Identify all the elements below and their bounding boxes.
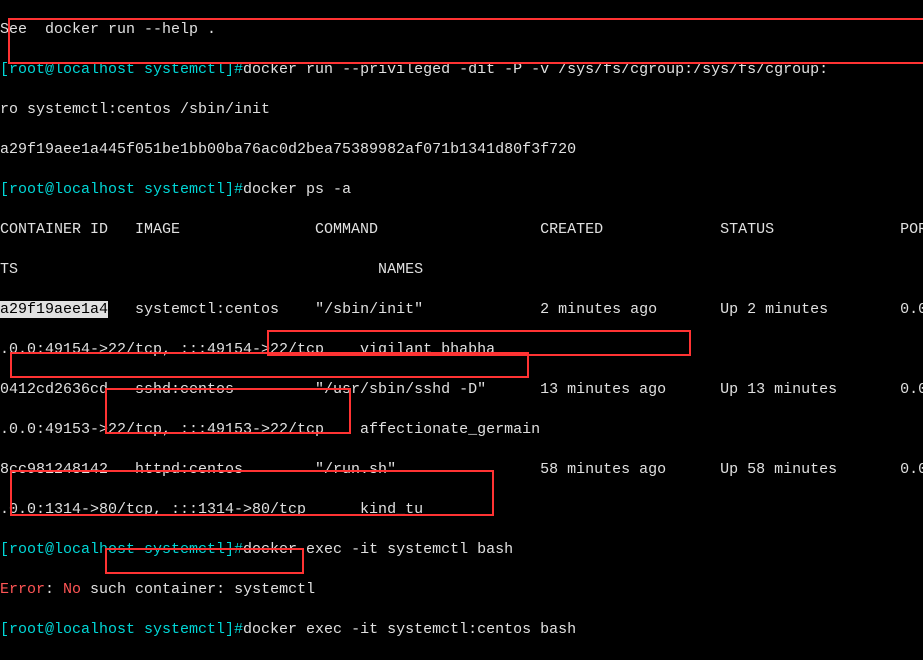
- prompt: [root@localhost systemctl]#: [0, 621, 243, 638]
- terminal[interactable]: See docker run --help . [root@localhost …: [0, 0, 923, 660]
- command-text: docker ps -a: [243, 181, 351, 198]
- text: CONTAINER ID IMAGE COMMAND CREATED STATU…: [0, 221, 923, 238]
- command-text: docker exec -it systemctl:centos bash: [243, 621, 576, 638]
- command-text: docker exec -it systemctl bash: [243, 541, 513, 558]
- line: a29f19aee1a445f051be1bb00ba76ac0d2bea753…: [0, 140, 923, 160]
- error-line: Error: No such container: systemctl: [0, 580, 923, 600]
- line: [root@localhost systemctl]#docker run --…: [0, 60, 923, 80]
- text: .0.0:49153->22/tcp, :::49153->22/tcp aff…: [0, 421, 540, 438]
- prompt: [root@localhost systemctl]#: [0, 181, 243, 198]
- table-row: .0.0:49154->22/tcp, :::49154->22/tcp vig…: [0, 340, 923, 360]
- text: .0.0:49154->22/tcp, :::49154->22/tcp vig…: [0, 341, 495, 358]
- text: :: [45, 581, 63, 598]
- table-header: TS NAMES: [0, 260, 923, 280]
- table-row: 0412cd2636cd sshd:centos "/usr/sbin/sshd…: [0, 380, 923, 400]
- text: 8cc981248142 httpd:centos "/run.sh" 58 m…: [0, 461, 923, 478]
- text: TS NAMES: [0, 261, 423, 278]
- text: 0412cd2636cd sshd:centos "/usr/sbin/sshd…: [0, 381, 923, 398]
- table-row: .0.0:1314->80/tcp, :::1314->80/tcp kind_…: [0, 500, 923, 520]
- text: See docker run --help .: [0, 21, 216, 38]
- table-header: CONTAINER ID IMAGE COMMAND CREATED STATU…: [0, 220, 923, 240]
- line: See docker run --help .: [0, 20, 923, 40]
- text: such container: systemctl: [81, 581, 315, 598]
- command-text: ro systemctl:centos /sbin/init: [0, 101, 270, 118]
- error-label: No: [63, 581, 81, 598]
- command-text: docker run --privileged -dit -P -v /sys/…: [243, 61, 828, 78]
- line: [root@localhost systemctl]#docker ps -a: [0, 180, 923, 200]
- container-id-highlight: a29f19aee1a4: [0, 301, 108, 318]
- error-label: Error: [0, 581, 45, 598]
- prompt: [root@localhost systemctl]#: [0, 61, 243, 78]
- table-row: .0.0:49153->22/tcp, :::49153->22/tcp aff…: [0, 420, 923, 440]
- text: .0.0:1314->80/tcp, :::1314->80/tcp kind_…: [0, 501, 423, 518]
- line: [root@localhost systemctl]#docker exec -…: [0, 540, 923, 560]
- prompt: [root@localhost systemctl]#: [0, 541, 243, 558]
- table-row: 8cc981248142 httpd:centos "/run.sh" 58 m…: [0, 460, 923, 480]
- text: systemctl:centos "/sbin/init" 2 minutes …: [108, 301, 923, 318]
- table-row: a29f19aee1a4 systemctl:centos "/sbin/ini…: [0, 300, 923, 320]
- line: ro systemctl:centos /sbin/init: [0, 100, 923, 120]
- line: [root@localhost systemctl]#docker exec -…: [0, 620, 923, 640]
- output-text: a29f19aee1a445f051be1bb00ba76ac0d2bea753…: [0, 141, 576, 158]
